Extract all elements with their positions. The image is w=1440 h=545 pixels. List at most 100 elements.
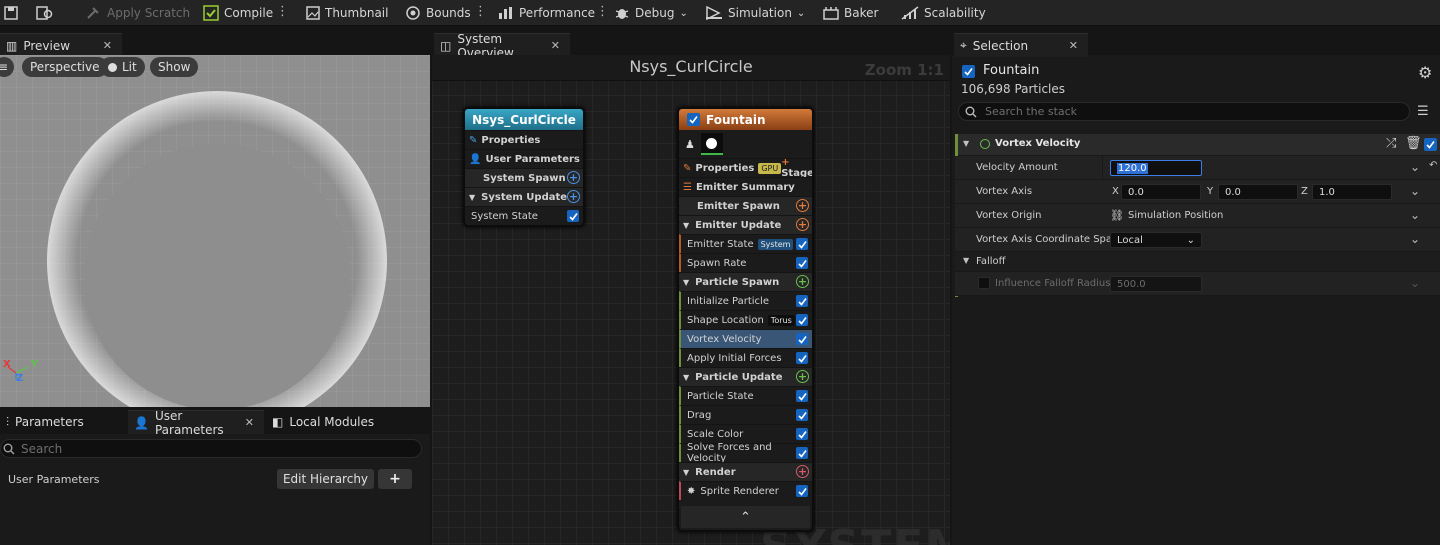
velocity-amount-input[interactable]: 120.0: [1110, 160, 1202, 176]
particle-state-row[interactable]: Particle State: [679, 386, 812, 405]
module-enabled-checkbox[interactable]: [1424, 138, 1437, 151]
emitter-enabled-checkbox[interactable]: [962, 65, 975, 78]
bounds-options-icon[interactable]: ⋮: [474, 5, 487, 19]
scale-color-row[interactable]: Scale Color: [679, 424, 812, 443]
add-module-icon[interactable]: +: [796, 218, 809, 231]
save-icon[interactable]: [4, 0, 18, 26]
apply-scratch-button[interactable]: Apply Scratch: [86, 0, 190, 26]
vortex-axis-z-input[interactable]: 1.0: [1312, 184, 1392, 200]
shape-location-row[interactable]: Shape Location Torus: [679, 310, 812, 329]
collapse-icon[interactable]: ▼: [683, 373, 689, 382]
sprite-renderer-row[interactable]: ✸ Sprite Renderer: [679, 481, 812, 500]
emitter-update-row[interactable]: ▼ Emitter Update +: [679, 215, 812, 234]
checkbox-checked-icon[interactable]: [796, 238, 808, 250]
collapse-icon[interactable]: ▼: [963, 139, 969, 148]
drag-row[interactable]: Drag: [679, 405, 812, 424]
trash-icon[interactable]: 🗑: [1405, 136, 1422, 151]
system-node-header[interactable]: Nsys_CurlCircle: [465, 109, 583, 130]
emitter-state-row[interactable]: Emitter State System: [679, 234, 812, 253]
vortex-axis-x-input[interactable]: 0.0: [1121, 184, 1201, 200]
close-icon[interactable]: ✕: [1069, 39, 1078, 52]
emitter-node[interactable]: Fountain ♟ ✎ Properties GPU + Stage ☰ Em…: [677, 107, 814, 532]
system-overview-graph[interactable]: ◫ System Overview ✕ Nsys_CurlCircle Zoom…: [432, 31, 950, 545]
scalability-button[interactable]: Scalability: [901, 0, 986, 26]
browse-icon[interactable]: [36, 0, 54, 26]
tab-preview[interactable]: ▥ Preview ✕: [0, 33, 122, 57]
close-icon[interactable]: ✕: [103, 39, 112, 52]
shuffle-icon[interactable]: ⤮: [1386, 136, 1396, 151]
tab-parameters[interactable]: ⫶ Parameters: [0, 410, 126, 434]
collapse-icon[interactable]: ▼: [683, 468, 689, 477]
checkbox-checked-icon[interactable]: [796, 409, 808, 421]
add-module-icon[interactable]: +: [796, 370, 809, 383]
tab-local-modules[interactable]: ◧ Local Modules: [266, 410, 386, 434]
system-user-parameters-row[interactable]: 👤 User Parameters: [465, 149, 583, 168]
system-properties-row[interactable]: ✎ Properties: [465, 130, 583, 149]
initialize-particle-row[interactable]: Initialize Particle: [679, 291, 812, 310]
render-row[interactable]: ▼ Render +: [679, 462, 812, 481]
parameters-search-input[interactable]: Search: [0, 439, 422, 458]
emitter-properties-row[interactable]: ✎ Properties GPU + Stage: [679, 157, 812, 179]
stack-search-input[interactable]: Search the stack: [958, 102, 1410, 121]
chevron-down-icon[interactable]: ⌄: [1410, 184, 1420, 198]
checkbox-checked-icon[interactable]: [796, 295, 808, 307]
influence-enable-checkbox[interactable]: [978, 277, 990, 289]
collapse-icon[interactable]: ▼: [963, 256, 969, 265]
viewport-menu-button[interactable]: ≡: [0, 57, 14, 77]
system-spawn-row[interactable]: System Spawn +: [465, 168, 583, 187]
falloff-group-row[interactable]: ▼ Falloff: [955, 252, 1440, 272]
compile-button[interactable]: Compile: [203, 0, 273, 26]
performance-options-icon[interactable]: ⋮: [596, 5, 609, 19]
vortex-velocity-module-header[interactable]: ▼ Vortex Velocity ⤮ 🗑: [955, 134, 1440, 297]
lit-button[interactable]: Lit: [100, 57, 145, 77]
spawn-rate-row[interactable]: Spawn Rate: [679, 253, 812, 272]
add-module-icon[interactable]: +: [567, 171, 580, 184]
checkbox-checked-icon[interactable]: [796, 257, 808, 269]
close-icon[interactable]: ✕: [245, 416, 254, 429]
preview-viewport[interactable]: ≡ Perspective Lit Show X Y Z: [0, 55, 430, 407]
checkbox-checked-icon[interactable]: [796, 447, 808, 459]
collapse-icon[interactable]: ▼: [683, 278, 689, 287]
add-parameter-button[interactable]: +: [378, 469, 412, 489]
solve-forces-row[interactable]: Solve Forces and Velocity: [679, 442, 812, 464]
tab-system-overview[interactable]: ◫ System Overview ✕: [434, 32, 570, 60]
checkbox-checked-icon[interactable]: [796, 352, 808, 364]
tab-selection[interactable]: ⌖ Selection ✕: [954, 33, 1088, 57]
show-button[interactable]: Show: [150, 57, 199, 77]
chevron-down-icon[interactable]: ⌄: [1410, 276, 1420, 290]
vortex-axis-y-input[interactable]: 0.0: [1218, 184, 1298, 200]
performance-button[interactable]: Performance: [498, 0, 595, 26]
add-renderer-icon[interactable]: +: [796, 465, 809, 478]
influence-falloff-input[interactable]: 500.0: [1110, 276, 1202, 292]
checkbox-checked-icon[interactable]: [796, 485, 808, 497]
particle-spawn-row[interactable]: ▼ Particle Spawn +: [679, 272, 812, 291]
tab-user-parameters[interactable]: 👤 User Parameters ✕: [128, 409, 264, 437]
baker-button[interactable]: Baker: [823, 0, 878, 26]
debug-dropdown[interactable]: Debug ⌄: [614, 0, 688, 26]
compile-options-icon[interactable]: ⋮: [276, 5, 289, 19]
add-module-icon[interactable]: +: [796, 275, 809, 288]
checkbox-checked-icon[interactable]: [796, 333, 808, 345]
checkbox-checked-icon[interactable]: [567, 210, 579, 222]
system-update-row[interactable]: ▼ System Update +: [465, 187, 583, 206]
checkbox-checked-icon[interactable]: [796, 390, 808, 402]
filter-icon[interactable]: ☰: [1417, 104, 1429, 119]
checkbox-checked-icon[interactable]: [796, 314, 808, 326]
collapse-icon[interactable]: ▼: [683, 221, 689, 230]
emitter-enabled-checkbox[interactable]: [687, 113, 700, 126]
bounds-button[interactable]: Bounds: [405, 0, 471, 26]
vortex-velocity-row[interactable]: Vortex Velocity: [679, 329, 812, 348]
system-node[interactable]: Nsys_CurlCircle ✎ Properties 👤 User Para…: [463, 107, 585, 227]
collapse-node-button[interactable]: ⌃: [681, 506, 810, 528]
vortex-origin-selector[interactable]: ⛓ Simulation Position: [1110, 209, 1223, 222]
gear-icon[interactable]: ⚙: [1418, 63, 1432, 82]
apply-initial-forces-row[interactable]: Apply Initial Forces: [679, 348, 812, 367]
checkbox-checked-icon[interactable]: [796, 428, 808, 440]
coordinate-space-dropdown[interactable]: Local ⌄: [1110, 232, 1202, 248]
particle-update-row[interactable]: ▼ Particle Update +: [679, 367, 812, 386]
chevron-down-icon[interactable]: ⌄: [1410, 208, 1420, 222]
emitter-summary-row[interactable]: ☰ Emitter Summary: [679, 177, 812, 196]
chevron-down-icon[interactable]: ⌄: [1410, 160, 1420, 174]
edit-hierarchy-button[interactable]: Edit Hierarchy: [277, 469, 374, 489]
collapse-icon[interactable]: ▼: [469, 193, 475, 202]
